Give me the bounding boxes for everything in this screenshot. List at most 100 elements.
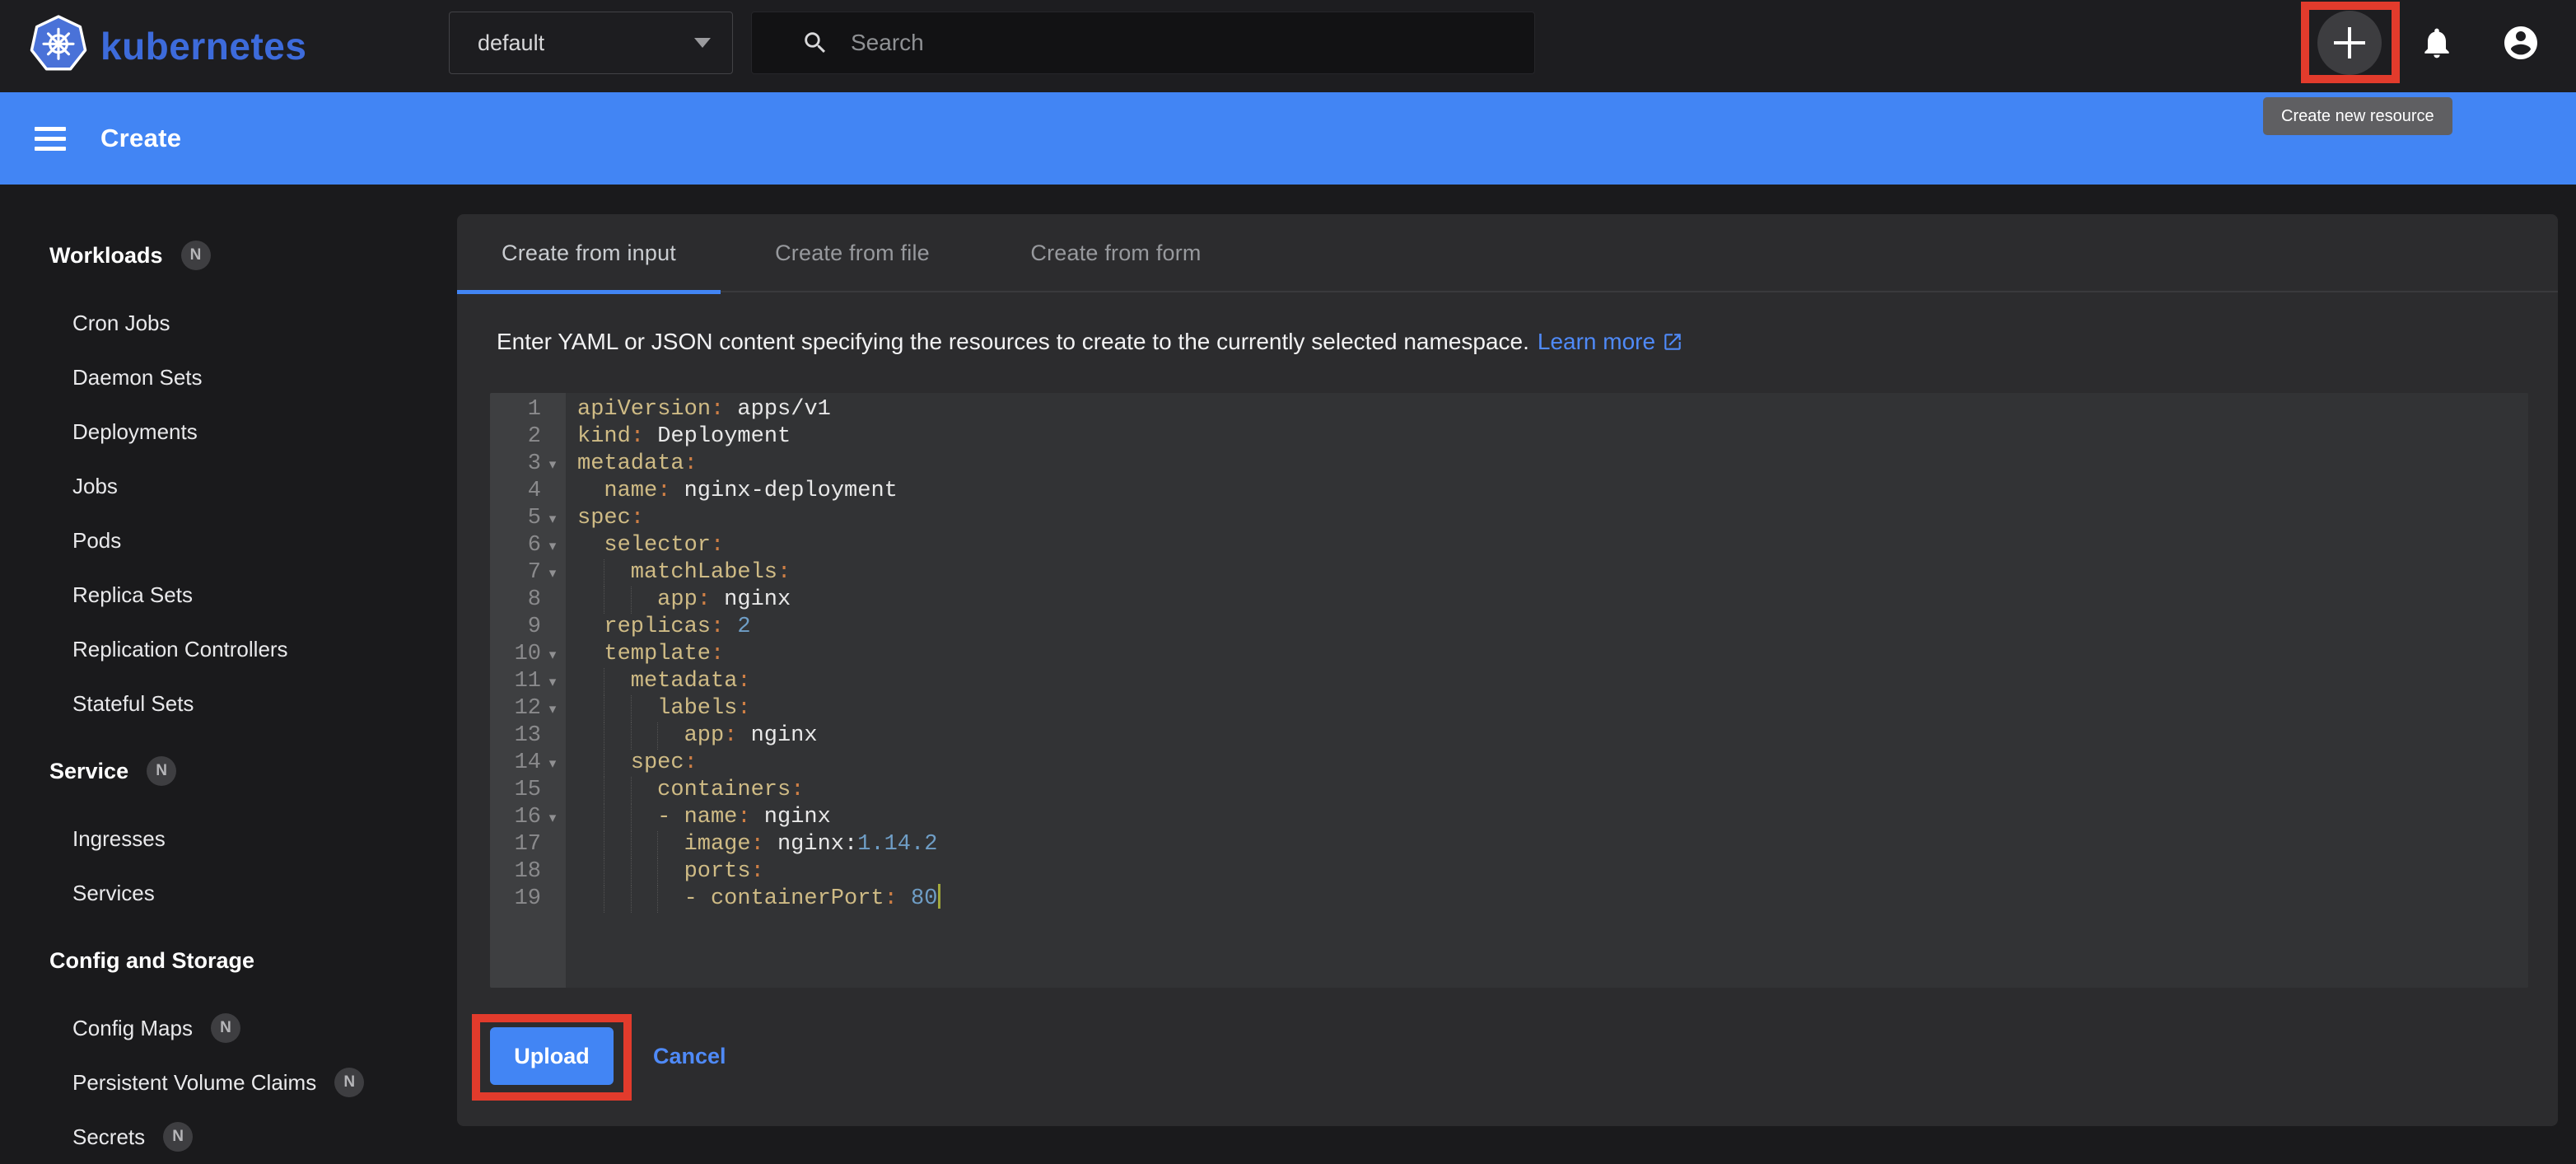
fold-toggle-icon[interactable]: ▾ bbox=[541, 505, 564, 532]
namespace-selector[interactable]: default bbox=[449, 12, 733, 74]
tab-create-from-form[interactable]: Create from form bbox=[984, 214, 1248, 292]
line-number: 16 bbox=[490, 804, 541, 831]
indent-guide bbox=[631, 695, 657, 722]
indent-guide bbox=[631, 777, 657, 804]
create-description: Enter YAML or JSON content specifying th… bbox=[497, 329, 2525, 355]
indent-guide bbox=[657, 722, 684, 750]
fold-toggle-icon[interactable]: ▾ bbox=[541, 668, 564, 695]
sidebar-item-replication-controllers[interactable]: Replication Controllers bbox=[0, 622, 457, 676]
code-line-content: labels: bbox=[566, 695, 751, 722]
fold-toggle-icon[interactable]: ▾ bbox=[541, 532, 564, 559]
editor-line: 11▾ metadata: bbox=[490, 668, 2528, 695]
sidebar-item-config-maps[interactable]: Config MapsN bbox=[0, 1001, 457, 1055]
sidebar-item-cron-jobs[interactable]: Cron Jobs bbox=[0, 296, 457, 350]
notifications-button[interactable] bbox=[2405, 11, 2469, 75]
line-number: 4 bbox=[490, 478, 541, 505]
page-title: Create bbox=[100, 124, 181, 153]
line-number: 10 bbox=[490, 641, 541, 668]
fold-toggle-icon[interactable]: ▾ bbox=[541, 641, 564, 668]
editor-line: 15 containers: bbox=[490, 777, 2528, 804]
editor-gutter: 2 bbox=[490, 423, 566, 451]
editor-line: 7▾ matchLabels: bbox=[490, 559, 2528, 587]
bell-icon bbox=[2419, 25, 2455, 61]
sidebar-item-daemon-sets[interactable]: Daemon Sets bbox=[0, 350, 457, 404]
plus-icon bbox=[2334, 27, 2365, 58]
fold-toggle-icon[interactable]: ▾ bbox=[541, 559, 564, 587]
fold-toggle-icon[interactable]: ▾ bbox=[541, 750, 564, 777]
token-k: - containerPort bbox=[684, 886, 884, 911]
indent-guide bbox=[604, 750, 630, 777]
indent-guide bbox=[577, 804, 604, 831]
token-v: nginx bbox=[737, 723, 817, 748]
kubernetes-brand[interactable]: kubernetes bbox=[30, 0, 306, 92]
token-v: nginx bbox=[751, 805, 831, 830]
learn-more-link[interactable]: Learn more bbox=[1538, 329, 1683, 355]
sidebar-item-stateful-sets[interactable]: Stateful Sets bbox=[0, 676, 457, 731]
sidebar-item-pods[interactable]: Pods bbox=[0, 513, 457, 568]
search-input[interactable]: Search bbox=[751, 12, 1535, 74]
tab-create-from-input[interactable]: Create from input bbox=[457, 214, 721, 292]
sidebar-section-service[interactable]: ServiceN bbox=[0, 744, 457, 798]
token-k: app bbox=[657, 587, 698, 612]
editor-gutter: 3▾ bbox=[490, 451, 566, 478]
cancel-button[interactable]: Cancel bbox=[653, 1044, 726, 1069]
indent-guide bbox=[604, 587, 630, 614]
sidebar-item-label: Config Maps bbox=[72, 1016, 193, 1041]
menu-button[interactable] bbox=[35, 121, 66, 157]
sidebar-item-secrets[interactable]: SecretsN bbox=[0, 1110, 457, 1164]
line-number: 19 bbox=[490, 886, 541, 913]
editor-line: 8 app: nginx bbox=[490, 587, 2528, 614]
sidebar-item-label: Secrets bbox=[72, 1124, 145, 1150]
token-p: : bbox=[711, 533, 724, 558]
line-number: 15 bbox=[490, 777, 541, 804]
indent-guide bbox=[657, 831, 684, 858]
line-number: 6 bbox=[490, 532, 541, 559]
token-v: apps/v1 bbox=[724, 397, 831, 422]
upload-button[interactable]: Upload bbox=[490, 1027, 614, 1085]
sidebar-item-label: Daemon Sets bbox=[72, 365, 203, 390]
fold-toggle-icon[interactable]: ▾ bbox=[541, 804, 564, 831]
account-button[interactable] bbox=[2489, 11, 2553, 75]
editor-gutter: 1 bbox=[490, 396, 566, 423]
sidebar-section-workloads[interactable]: WorkloadsN bbox=[0, 228, 457, 283]
yaml-editor[interactable]: 1apiVersion: apps/v12kind: Deployment3▾m… bbox=[490, 393, 2528, 988]
sidebar-section-label: Config and Storage bbox=[49, 948, 254, 974]
indent-guide bbox=[631, 831, 657, 858]
tab-create-from-file[interactable]: Create from file bbox=[721, 214, 984, 292]
indent-guide bbox=[604, 886, 630, 913]
sidebar-item-jobs[interactable]: Jobs bbox=[0, 459, 457, 513]
form-actions: Upload Cancel bbox=[490, 1027, 2558, 1085]
sidebar-item-replica-sets[interactable]: Replica Sets bbox=[0, 568, 457, 622]
line-number: 5 bbox=[490, 505, 541, 532]
sidebar-section-config-and-storage[interactable]: Config and Storage bbox=[0, 933, 457, 988]
indent-guide bbox=[604, 559, 630, 587]
token-k: ports bbox=[684, 859, 751, 884]
sidebar-section-items: IngressesServices bbox=[0, 811, 457, 920]
indent-guide bbox=[604, 668, 630, 695]
line-number: 11 bbox=[490, 668, 541, 695]
sidebar-item-services[interactable]: Services bbox=[0, 866, 457, 920]
create-new-resource-button[interactable] bbox=[2317, 11, 2382, 75]
indent-guide bbox=[577, 614, 604, 641]
fold-toggle-icon[interactable]: ▾ bbox=[541, 695, 564, 722]
indent-guide bbox=[604, 804, 630, 831]
sidebar-item-ingresses[interactable]: Ingresses bbox=[0, 811, 457, 866]
token-p: : bbox=[711, 615, 724, 639]
indent-guide bbox=[577, 831, 604, 858]
token-k: name bbox=[604, 479, 657, 503]
editor-gutter: 10▾ bbox=[490, 641, 566, 668]
sidebar-item-deployments[interactable]: Deployments bbox=[0, 404, 457, 459]
fold-toggle-icon[interactable]: ▾ bbox=[541, 451, 564, 478]
sidebar-item-label: Replication Controllers bbox=[72, 637, 288, 662]
token-v: Deployment bbox=[644, 424, 791, 449]
token-v bbox=[898, 886, 911, 911]
editor-gutter: 6▾ bbox=[490, 532, 566, 559]
token-num: 1.14.2 bbox=[857, 832, 937, 857]
editor-gutter: 5▾ bbox=[490, 505, 566, 532]
code-line-content: - containerPort: 80 bbox=[566, 886, 940, 913]
namespaced-badge: N bbox=[147, 756, 176, 786]
token-k: image bbox=[684, 832, 751, 857]
token-k: containers bbox=[657, 778, 791, 802]
token-p: : bbox=[711, 642, 724, 666]
sidebar-item-persistent-volume-claims[interactable]: Persistent Volume ClaimsN bbox=[0, 1055, 457, 1110]
